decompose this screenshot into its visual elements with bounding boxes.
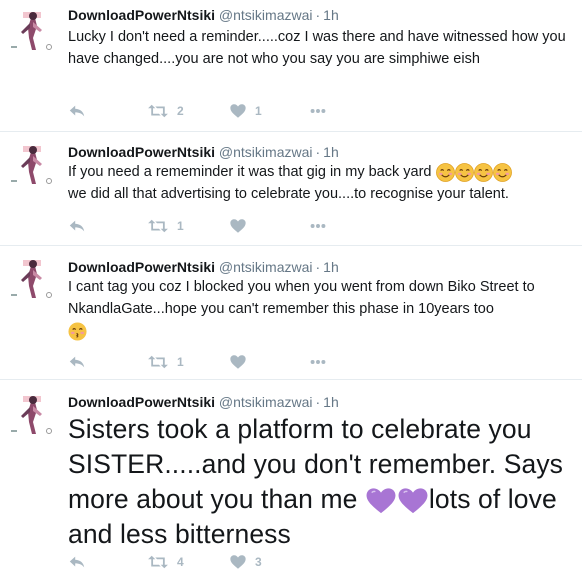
like-button[interactable]: 1 xyxy=(229,101,262,121)
username[interactable]: @ntsikimazwai xyxy=(219,394,313,410)
more-button[interactable] xyxy=(309,352,327,372)
tweet-3[interactable]: DownloadPowerNtsiki @ntsikimazwai · 1h I c… xyxy=(0,246,582,380)
kissing-face-emoji xyxy=(68,322,87,341)
reply-button[interactable] xyxy=(68,101,86,121)
heart-icon xyxy=(229,217,247,235)
timestamp[interactable]: 1h xyxy=(323,394,339,410)
heart-icon xyxy=(229,102,247,120)
retweet-count: 1 xyxy=(177,355,184,369)
tweet-text: Sisters took a platform to celebrate you… xyxy=(68,412,578,552)
tweet-text: I cant tag you coz I blocked you when yo… xyxy=(68,276,573,342)
reply-button[interactable] xyxy=(68,552,86,572)
more-icon xyxy=(309,102,327,120)
like-button[interactable] xyxy=(229,352,255,372)
separator: · xyxy=(315,394,321,410)
retweet-count: 1 xyxy=(177,219,184,233)
username[interactable]: @ntsikimazwai xyxy=(219,259,313,275)
username[interactable]: @ntsikimazwai xyxy=(219,7,313,23)
smiling-face-emoji xyxy=(474,163,493,182)
retweet-icon xyxy=(147,353,169,371)
more-icon xyxy=(309,217,327,235)
separator: · xyxy=(315,259,321,275)
avatar[interactable] xyxy=(9,256,57,304)
username[interactable]: @ntsikimazwai xyxy=(219,144,313,160)
tweet-4[interactable]: DownloadPowerNtsiki @ntsikimazwai · 1h Sis… xyxy=(0,380,582,579)
more-icon xyxy=(309,353,327,371)
like-button[interactable] xyxy=(229,216,255,236)
retweet-count: 4 xyxy=(177,555,184,569)
tweet-header: DownloadPowerNtsiki @ntsikimazwai · 1h xyxy=(68,393,339,411)
retweet-button[interactable]: 4 xyxy=(147,552,184,572)
tweet-text-part-1: If you need a rememinder it was that gig… xyxy=(68,164,436,180)
avatar[interactable] xyxy=(9,142,57,190)
retweet-icon xyxy=(147,102,169,120)
separator: · xyxy=(315,144,321,160)
like-count: 1 xyxy=(255,104,262,118)
timestamp[interactable]: 1h xyxy=(323,259,339,275)
smiling-face-emoji xyxy=(493,163,512,182)
display-name[interactable]: DownloadPowerNtsiki xyxy=(68,259,215,275)
reply-icon xyxy=(68,353,86,371)
heart-icon xyxy=(229,353,247,371)
tweet-text: If you need a rememinder it was that gig… xyxy=(68,161,573,205)
retweet-button[interactable]: 1 xyxy=(147,352,184,372)
tweet-text: Lucky I don't need a reminder.....coz I … xyxy=(68,29,566,67)
like-button[interactable]: 3 xyxy=(229,552,262,572)
more-button[interactable] xyxy=(309,216,327,236)
purple-heart-emoji xyxy=(397,487,429,515)
retweet-button[interactable]: 2 xyxy=(147,101,184,121)
like-count: 3 xyxy=(255,555,262,569)
reply-button[interactable] xyxy=(68,216,86,236)
avatar[interactable] xyxy=(9,392,57,440)
tweet-1[interactable]: DownloadPowerNtsiki @ntsikimazwai · 1h Luc… xyxy=(0,0,582,132)
reply-icon xyxy=(68,217,86,235)
display-name[interactable]: DownloadPowerNtsiki xyxy=(68,7,215,23)
retweet-count: 2 xyxy=(177,104,184,118)
tweet-text-part-2: we did all that advertising to celebrate… xyxy=(68,186,509,202)
heart-icon xyxy=(229,553,247,571)
display-name[interactable]: DownloadPowerNtsiki xyxy=(68,394,215,410)
tweet-header: DownloadPowerNtsiki @ntsikimazwai · 1h xyxy=(68,143,339,161)
tweet-header: DownloadPowerNtsiki @ntsikimazwai · 1h xyxy=(68,6,339,24)
tweet-header: DownloadPowerNtsiki @ntsikimazwai · 1h xyxy=(68,258,339,276)
timestamp[interactable]: 1h xyxy=(323,7,339,23)
retweet-icon xyxy=(147,217,169,235)
more-button[interactable] xyxy=(309,101,327,121)
reply-icon xyxy=(68,553,86,571)
tweet-text-body: I cant tag you coz I blocked you when yo… xyxy=(68,279,535,317)
smiling-face-emoji xyxy=(436,163,455,182)
separator: · xyxy=(315,7,321,23)
purple-heart-emoji xyxy=(365,487,397,515)
display-name[interactable]: DownloadPowerNtsiki xyxy=(68,144,215,160)
avatar[interactable] xyxy=(9,8,57,56)
smiling-face-emoji xyxy=(455,163,474,182)
timestamp[interactable]: 1h xyxy=(323,144,339,160)
retweet-icon xyxy=(147,553,169,571)
tweet-2[interactable]: DownloadPowerNtsiki @ntsikimazwai · 1h If … xyxy=(0,132,582,246)
reply-icon xyxy=(68,102,86,120)
reply-button[interactable] xyxy=(68,352,86,372)
retweet-button[interactable]: 1 xyxy=(147,216,184,236)
